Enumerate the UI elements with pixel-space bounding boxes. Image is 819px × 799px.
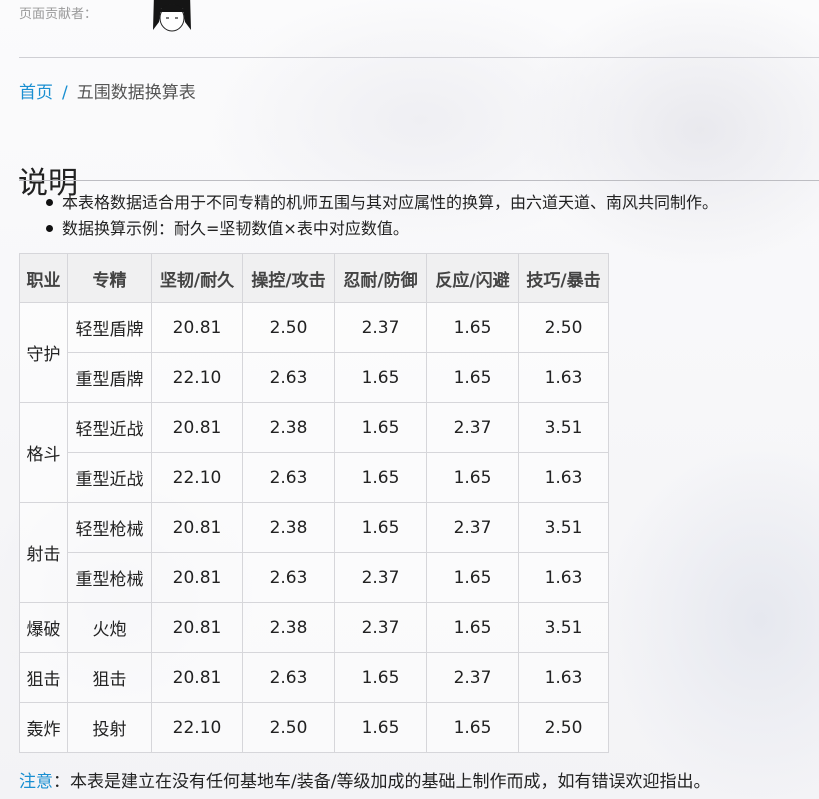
value-cell: 2.37 xyxy=(334,552,427,603)
value-cell: 1.65 xyxy=(334,652,427,703)
value-cell: 1.65 xyxy=(334,452,427,503)
class-cell: 守护 xyxy=(19,302,68,403)
spec-cell: 火炮 xyxy=(67,602,152,653)
table-row: 轰炸 投射 22.10 2.50 1.65 1.65 2.50 xyxy=(19,702,609,753)
value-cell: 1.65 xyxy=(426,552,519,603)
value-cell: 2.37 xyxy=(334,302,427,353)
conversion-table: 职业 专精 坚韧/耐久 操控/攻击 忍耐/防御 反应/闪避 技巧/暴击 守护 轻… xyxy=(19,253,609,753)
table-row: 爆破 火炮 20.81 2.38 2.37 1.65 3.51 xyxy=(19,602,609,653)
breadcrumb: 首页 / 五围数据换算表 xyxy=(19,78,196,103)
value-cell: 3.51 xyxy=(518,502,609,553)
footer-note: 注意：本表是建立在没有任何基地车/装备/等级加成的基础上制作而成，如有错误欢迎指… xyxy=(19,767,710,792)
table-row: 守护 轻型盾牌 20.81 2.50 2.37 1.65 2.50 xyxy=(19,302,609,403)
spec-cell: 投射 xyxy=(67,702,152,753)
table-row: 射击 轻型枪械 20.81 2.38 1.65 2.37 3.51 xyxy=(19,502,609,603)
value-cell: 2.38 xyxy=(242,502,335,553)
footer-note-label[interactable]: 注意 xyxy=(19,772,53,792)
value-cell: 1.63 xyxy=(518,652,609,703)
note-item: 本表格数据适合用于不同专精的机师五围与其对应属性的换算，由六道天道、南风共同制作… xyxy=(44,190,718,216)
table-row: 狙击 狙击 20.81 2.63 1.65 2.37 1.63 xyxy=(19,652,609,703)
value-cell: 1.65 xyxy=(426,452,519,503)
value-cell: 2.63 xyxy=(242,652,335,703)
contributor-row: 页面贡献者： xyxy=(19,0,819,40)
class-cell: 轰炸 xyxy=(19,702,68,753)
value-cell: 2.37 xyxy=(426,402,519,453)
value-cell: 2.37 xyxy=(426,502,519,553)
table-row: 重型枪械 20.81 2.63 2.37 1.65 1.63 xyxy=(20,552,609,603)
class-cell: 狙击 xyxy=(19,652,68,703)
header-cell: 操控/攻击 xyxy=(242,253,335,303)
table-row: 重型近战 22.10 2.63 1.65 1.65 1.63 xyxy=(20,452,609,503)
value-cell: 1.65 xyxy=(334,352,427,403)
value-cell: 2.63 xyxy=(242,552,335,603)
value-cell: 1.63 xyxy=(518,552,609,603)
header-cell: 忍耐/防御 xyxy=(334,253,427,303)
notes-list: 本表格数据适合用于不同专精的机师五围与其对应属性的换算，由六道天道、南风共同制作… xyxy=(44,190,718,242)
value-cell: 20.81 xyxy=(151,552,243,603)
value-cell: 20.81 xyxy=(151,502,243,553)
page-content: 页面贡献者： 首页 / 五围数据换算表 说明 本表格数据适合用于不同专精的机师五围与… xyxy=(0,0,819,799)
contributor-label: 页面贡献者： xyxy=(19,7,98,22)
value-cell: 20.81 xyxy=(151,302,243,353)
note-item: 数据换算示例：耐久=坚韧数值×表中对应数值。 xyxy=(44,216,718,242)
value-cell: 2.63 xyxy=(242,452,335,503)
breadcrumb-home-link[interactable]: 首页 xyxy=(19,83,53,103)
footer-note-text: ：本表是建立在没有任何基地车/装备/等级加成的基础上制作而成，如有错误欢迎指出。 xyxy=(53,772,711,792)
section-divider xyxy=(19,180,819,181)
table-row: 格斗 轻型近战 20.81 2.38 1.65 2.37 3.51 xyxy=(19,402,609,503)
value-cell: 2.50 xyxy=(518,302,609,353)
spec-cell: 重型枪械 xyxy=(67,552,152,603)
header-cell: 坚韧/耐久 xyxy=(151,253,243,303)
breadcrumb-current: 五围数据换算表 xyxy=(76,83,196,103)
spec-cell: 重型近战 xyxy=(67,452,152,503)
table-header-row: 职业 专精 坚韧/耐久 操控/攻击 忍耐/防御 反应/闪避 技巧/暴击 xyxy=(19,253,609,303)
value-cell: 1.65 xyxy=(426,352,519,403)
class-cell: 格斗 xyxy=(19,402,68,503)
value-cell: 1.65 xyxy=(426,302,519,353)
table-row: 重型盾牌 22.10 2.63 1.65 1.65 1.63 xyxy=(20,352,609,403)
value-cell: 1.65 xyxy=(426,602,519,653)
header-cell: 技巧/暴击 xyxy=(518,253,609,303)
spec-cell: 重型盾牌 xyxy=(67,352,152,403)
header-cell: 职业 xyxy=(19,253,68,303)
spec-cell: 轻型枪械 xyxy=(67,502,152,553)
value-cell: 2.50 xyxy=(242,302,335,353)
value-cell: 20.81 xyxy=(151,402,243,453)
value-cell: 2.50 xyxy=(518,702,609,753)
spec-cell: 狙击 xyxy=(67,652,152,703)
class-cell: 射击 xyxy=(19,502,68,603)
value-cell: 3.51 xyxy=(518,602,609,653)
value-cell: 1.63 xyxy=(518,452,609,503)
value-cell: 1.65 xyxy=(334,502,427,553)
value-cell: 22.10 xyxy=(151,352,243,403)
value-cell: 2.38 xyxy=(242,602,335,653)
value-cell: 2.38 xyxy=(242,402,335,453)
value-cell: 22.10 xyxy=(151,702,243,753)
value-cell: 2.37 xyxy=(334,602,427,653)
spec-cell: 轻型近战 xyxy=(67,402,152,453)
header-cell: 专精 xyxy=(67,253,152,303)
value-cell: 20.81 xyxy=(151,652,243,703)
class-cell: 爆破 xyxy=(19,602,68,653)
value-cell: 1.65 xyxy=(334,702,427,753)
value-cell: 22.10 xyxy=(151,452,243,503)
value-cell: 1.63 xyxy=(518,352,609,403)
value-cell: 2.37 xyxy=(426,652,519,703)
value-cell: 2.63 xyxy=(242,352,335,403)
value-cell: 1.65 xyxy=(334,402,427,453)
value-cell: 3.51 xyxy=(518,402,609,453)
value-cell: 2.50 xyxy=(242,702,335,753)
breadcrumb-separator: / xyxy=(62,83,68,103)
header-cell: 反应/闪避 xyxy=(426,253,519,303)
value-cell: 20.81 xyxy=(151,602,243,653)
header-divider xyxy=(19,57,819,58)
value-cell: 1.65 xyxy=(426,702,519,753)
avatar-icon[interactable] xyxy=(150,0,194,36)
spec-cell: 轻型盾牌 xyxy=(67,302,152,353)
